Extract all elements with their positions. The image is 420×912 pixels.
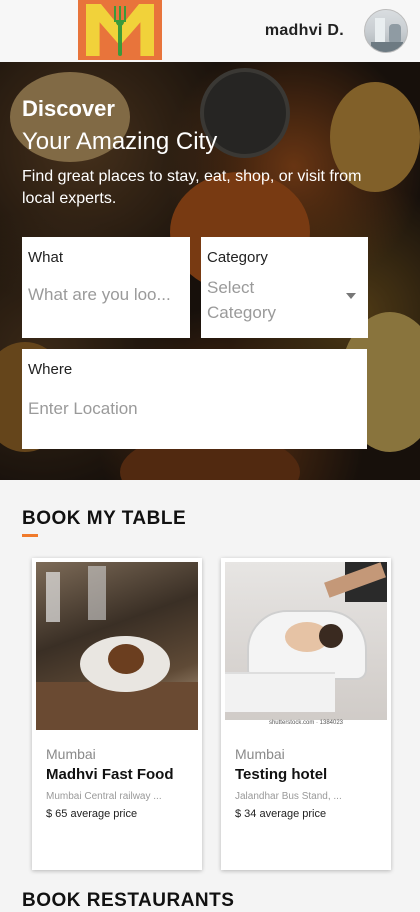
user-avatar[interactable] [364, 9, 408, 53]
card-name[interactable]: Testing hotel [235, 766, 327, 783]
user-name[interactable]: madhvi D. [265, 22, 344, 40]
fork-icon [114, 6, 126, 56]
restaurant-image[interactable] [36, 562, 198, 730]
card-address: Jalandhar Bus Stand, ... [235, 791, 342, 802]
restaurant-card[interactable]: shutterstock.com · 1384023 Mumbai Testin… [221, 558, 391, 870]
section-title: BOOK MY TABLE [22, 508, 187, 529]
dropdown-arrow-icon[interactable] [346, 293, 356, 299]
location-input[interactable] [28, 399, 361, 419]
restaurant-image[interactable]: shutterstock.com · 1384023 [225, 562, 387, 730]
card-city: Mumbai [46, 746, 96, 762]
image-caption: shutterstock.com · 1384023 [225, 720, 387, 730]
card-price: $ 65 average price [46, 808, 138, 820]
category-field[interactable]: Category Select Category [201, 237, 368, 338]
card-city: Mumbai [235, 746, 285, 762]
hero-subtitle: Find great places to stay, eat, shop, or… [22, 168, 362, 207]
where-label: Where [28, 361, 73, 378]
app-header: madhvi D. [0, 0, 420, 62]
what-label: What [28, 249, 64, 266]
next-section-title: BOOK RESTAURANTS [22, 890, 235, 911]
hero-title: Discover [22, 96, 115, 121]
what-input[interactable] [28, 285, 184, 305]
hero-title-2: Your Amazing City [22, 128, 218, 155]
section-underline [22, 534, 38, 537]
card-address: Mumbai Central railway ... [46, 791, 162, 802]
hero-banner: Discover Your Amazing City Find great pl… [0, 62, 420, 480]
what-field: What [22, 237, 190, 338]
category-label: Category [207, 249, 268, 266]
restaurant-card[interactable]: Mumbai Madhvi Fast Food Mumbai Central r… [32, 558, 202, 870]
category-select[interactable]: Select Category [207, 275, 327, 325]
card-price: $ 34 average price [235, 808, 327, 820]
where-field: Where [22, 349, 367, 449]
card-name[interactable]: Madhvi Fast Food [46, 766, 174, 783]
brand-logo[interactable] [78, 0, 162, 60]
